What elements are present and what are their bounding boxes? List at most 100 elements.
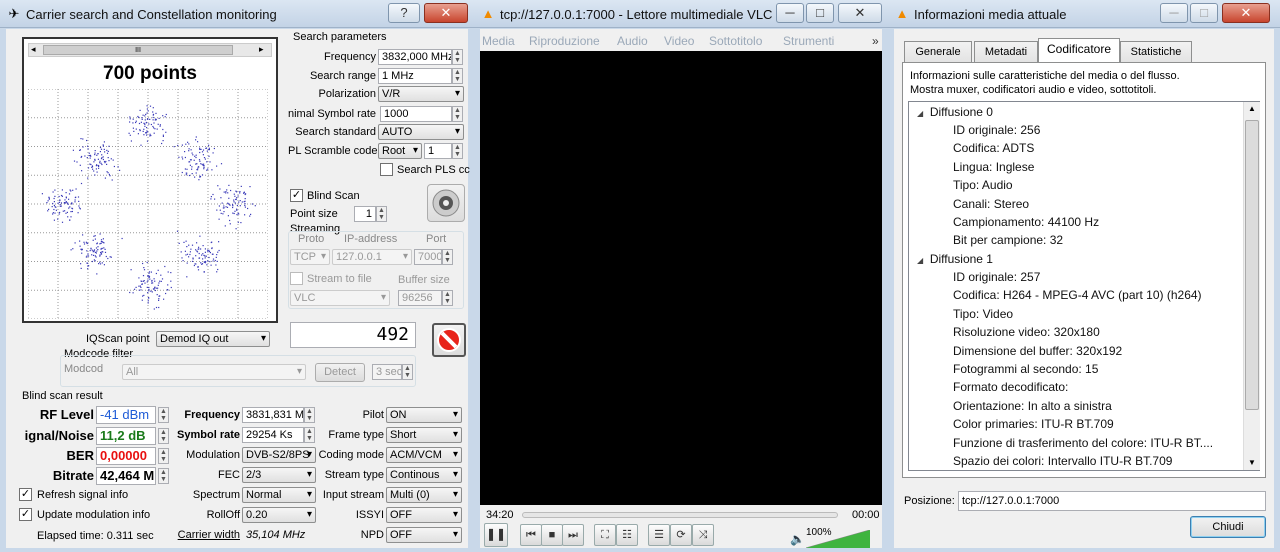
- input-stream-select[interactable]: Multi (0): [386, 487, 462, 503]
- sec-input[interactable]: 3 sec: [372, 364, 402, 380]
- search-range-spinner[interactable]: ▲ ▼: [452, 68, 463, 84]
- tab-metadati[interactable]: Metadati: [974, 41, 1038, 62]
- constellation-point: [151, 291, 153, 293]
- pl-scramble-spinner[interactable]: ▲ ▼: [452, 143, 463, 159]
- scroll-up-icon[interactable]: ▲: [1248, 104, 1256, 113]
- update-modulation-checkbox[interactable]: ✓: [19, 508, 32, 521]
- video-area[interactable]: [480, 51, 882, 505]
- ip-select[interactable]: 127.0.0.1: [332, 249, 412, 265]
- scroll-left-icon[interactable]: ◂: [31, 44, 36, 55]
- issyi-select[interactable]: OFF: [386, 507, 462, 523]
- stop-button[interactable]: [432, 323, 466, 357]
- stream-to-file-checkbox[interactable]: [290, 272, 303, 285]
- blind-scan-checkbox[interactable]: ✓: [290, 189, 303, 202]
- shuffle-button[interactable]: ⤨: [692, 524, 714, 546]
- vlc-maximize-button[interactable]: □: [806, 3, 834, 23]
- menu-more[interactable]: »: [872, 34, 879, 48]
- pl-scramble-select[interactable]: Root: [378, 143, 422, 159]
- symbol-rate-spinner[interactable]: ▲ ▼: [452, 106, 463, 122]
- constellation-point: [140, 289, 142, 291]
- npd-select[interactable]: OFF: [386, 527, 462, 543]
- tab-generale[interactable]: Generale: [904, 41, 972, 62]
- frequency-spinner[interactable]: ▲ ▼: [452, 49, 463, 65]
- constellation-point: [191, 166, 193, 168]
- sec-spinner[interactable]: ▲ ▼: [402, 364, 413, 380]
- scroll-thumb[interactable]: III: [43, 45, 233, 55]
- stream1-header[interactable]: ◢ Diffusione 1: [917, 252, 993, 266]
- next-button[interactable]: ⏭: [562, 524, 584, 546]
- stop-playback-button[interactable]: ■: [541, 524, 563, 546]
- loop-button[interactable]: ⟳: [670, 524, 692, 546]
- menu-video[interactable]: Video: [664, 34, 694, 48]
- vlc-close-button[interactable]: ✕: [838, 3, 882, 23]
- constellation-point: [249, 186, 251, 188]
- constellation-point: [201, 263, 203, 265]
- constellation-point: [208, 256, 210, 259]
- playlist-button[interactable]: ☰: [648, 524, 670, 546]
- close-button[interactable]: ✕: [424, 3, 468, 23]
- stream-type-select[interactable]: Continous: [386, 467, 462, 483]
- port-spinner[interactable]: ▲ ▼: [442, 249, 453, 265]
- spectrum-select[interactable]: Normal: [242, 487, 316, 503]
- previous-button[interactable]: ⏮: [520, 524, 542, 546]
- fec-select[interactable]: 2/3: [242, 467, 316, 483]
- modcode-select[interactable]: All: [122, 364, 306, 380]
- vlc-minimize-button[interactable]: ─: [776, 3, 804, 23]
- constellation-point: [96, 242, 98, 244]
- menu-audio[interactable]: Audio: [617, 34, 648, 48]
- constellation-point: [149, 105, 152, 107]
- frequency-input[interactable]: 3832,000 MHz: [378, 49, 452, 65]
- stream0-header[interactable]: ◢ Diffusione 0: [917, 105, 993, 119]
- info-maximize-button[interactable]: □: [1190, 3, 1218, 23]
- search-pls-checkbox[interactable]: [380, 163, 393, 176]
- pause-button[interactable]: ❚❚: [484, 523, 508, 547]
- constellation-point: [167, 284, 169, 286]
- position-field[interactable]: tcp://127.0.0.1:7000: [958, 491, 1266, 511]
- proto-select[interactable]: TCP: [290, 249, 330, 265]
- point-size-input[interactable]: 1: [354, 206, 376, 222]
- screenshot-button[interactable]: [427, 184, 465, 222]
- scroll-down-icon[interactable]: ▼: [1248, 458, 1256, 467]
- symbol-rate-input[interactable]: 1000: [380, 106, 452, 122]
- fullscreen-button[interactable]: ⛶: [594, 524, 616, 546]
- buffer-size-input[interactable]: 96256: [398, 290, 442, 306]
- iqscan-select[interactable]: Demod IQ out: [156, 331, 270, 347]
- volume-slider[interactable]: [806, 530, 870, 548]
- extended-settings-button[interactable]: ☷: [616, 524, 638, 546]
- point-size-spinner[interactable]: ▲ ▼: [376, 206, 387, 222]
- constellation-point: [94, 174, 96, 176]
- constellation-point: [226, 206, 229, 208]
- constellation-point: [233, 193, 235, 195]
- coding-mode-select[interactable]: ACM/VCM: [386, 447, 462, 463]
- seek-bar[interactable]: [522, 512, 838, 518]
- buffer-size-spinner[interactable]: ▲ ▼: [442, 290, 453, 306]
- speaker-icon[interactable]: 🔈: [790, 532, 805, 546]
- tab-statistiche[interactable]: Statistiche: [1120, 41, 1192, 62]
- pilot-select[interactable]: ON: [386, 407, 462, 423]
- search-range-input[interactable]: 1 MHz: [378, 68, 452, 84]
- scroll-right-icon[interactable]: ▸: [259, 44, 264, 55]
- refresh-signal-checkbox[interactable]: ✓: [19, 488, 32, 501]
- constellation-scrollbar[interactable]: ◂ III ▸: [28, 43, 272, 57]
- tree-scroll-thumb[interactable]: [1245, 120, 1259, 410]
- polarization-select[interactable]: V/R: [378, 86, 464, 102]
- constellation-point: [212, 258, 215, 260]
- pl-scramble-input[interactable]: 1: [424, 143, 452, 159]
- search-standard-select[interactable]: AUTO: [378, 124, 464, 140]
- modulation-select[interactable]: DVB-S2/8PS: [242, 447, 316, 463]
- player-select[interactable]: VLC: [290, 290, 390, 306]
- info-close-button[interactable]: ✕: [1222, 3, 1270, 23]
- help-button[interactable]: ?: [388, 3, 420, 23]
- menu-media[interactable]: Media: [482, 34, 515, 48]
- menu-riproduzione[interactable]: Riproduzione: [529, 34, 600, 48]
- chiudi-button[interactable]: Chiudi: [1190, 516, 1266, 538]
- port-input[interactable]: 7000: [414, 249, 442, 265]
- menu-sottotitolo[interactable]: Sottotitolo: [709, 34, 762, 48]
- tab-codificatore[interactable]: Codificatore: [1038, 38, 1120, 63]
- rolloff-select[interactable]: 0.20: [242, 507, 316, 523]
- frame-type-select[interactable]: Short: [386, 427, 462, 443]
- detect-button[interactable]: Detect: [315, 363, 365, 382]
- info-minimize-button[interactable]: ─: [1160, 3, 1188, 23]
- menu-strumenti[interactable]: Strumenti: [783, 34, 834, 48]
- tree-scrollbar[interactable]: ▲ ▼: [1243, 102, 1260, 470]
